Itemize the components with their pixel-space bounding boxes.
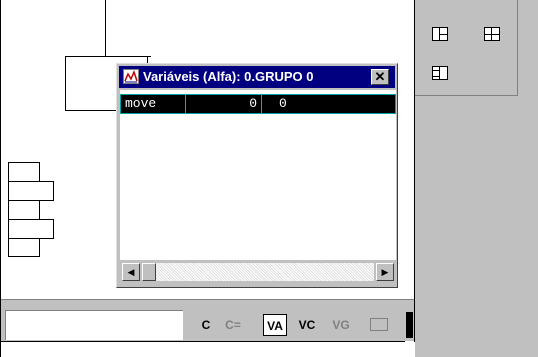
- c-button[interactable]: C: [198, 314, 214, 336]
- window-titlebar[interactable]: Variáveis (Alfa): 0.GRUPO 0 ✕: [119, 66, 395, 88]
- status-indicator: [406, 312, 413, 338]
- status-field[interactable]: [5, 310, 183, 340]
- table-row[interactable]: move 0 0: [120, 94, 396, 114]
- vg-button[interactable]: VG: [329, 314, 353, 336]
- split-horizontal-icon[interactable]: [432, 66, 448, 80]
- canvas-bottom-edge: [0, 341, 405, 342]
- scroll-thumb[interactable]: [142, 263, 156, 281]
- horizontal-scrollbar[interactable]: ◀ ▶: [120, 262, 396, 282]
- split-vertical-icon[interactable]: [432, 27, 448, 41]
- app-icon: [123, 69, 139, 84]
- variable-value2-cell[interactable]: 0: [279, 95, 287, 113]
- close-button[interactable]: ✕: [371, 69, 389, 85]
- variables-grid: move 0 0: [120, 90, 396, 260]
- grid-icon[interactable]: [484, 27, 500, 41]
- scroll-left-button[interactable]: ◀: [122, 263, 140, 281]
- window-title: Variáveis (Alfa): 0.GRUPO 0: [143, 69, 314, 84]
- va-button[interactable]: VA: [263, 314, 287, 336]
- element-palette: [415, 0, 518, 96]
- scroll-right-button[interactable]: ▶: [376, 263, 394, 281]
- c-equal-button[interactable]: C=: [222, 314, 244, 336]
- variable-value-cell[interactable]: 0: [187, 95, 257, 113]
- vc-button[interactable]: VC: [295, 314, 319, 336]
- scroll-track[interactable]: [142, 263, 374, 281]
- variable-name-cell[interactable]: move: [125, 95, 156, 113]
- variables-window: Variáveis (Alfa): 0.GRUPO 0 ✕ move 0 0 ◀…: [116, 63, 398, 288]
- window-icon[interactable]: [370, 318, 388, 331]
